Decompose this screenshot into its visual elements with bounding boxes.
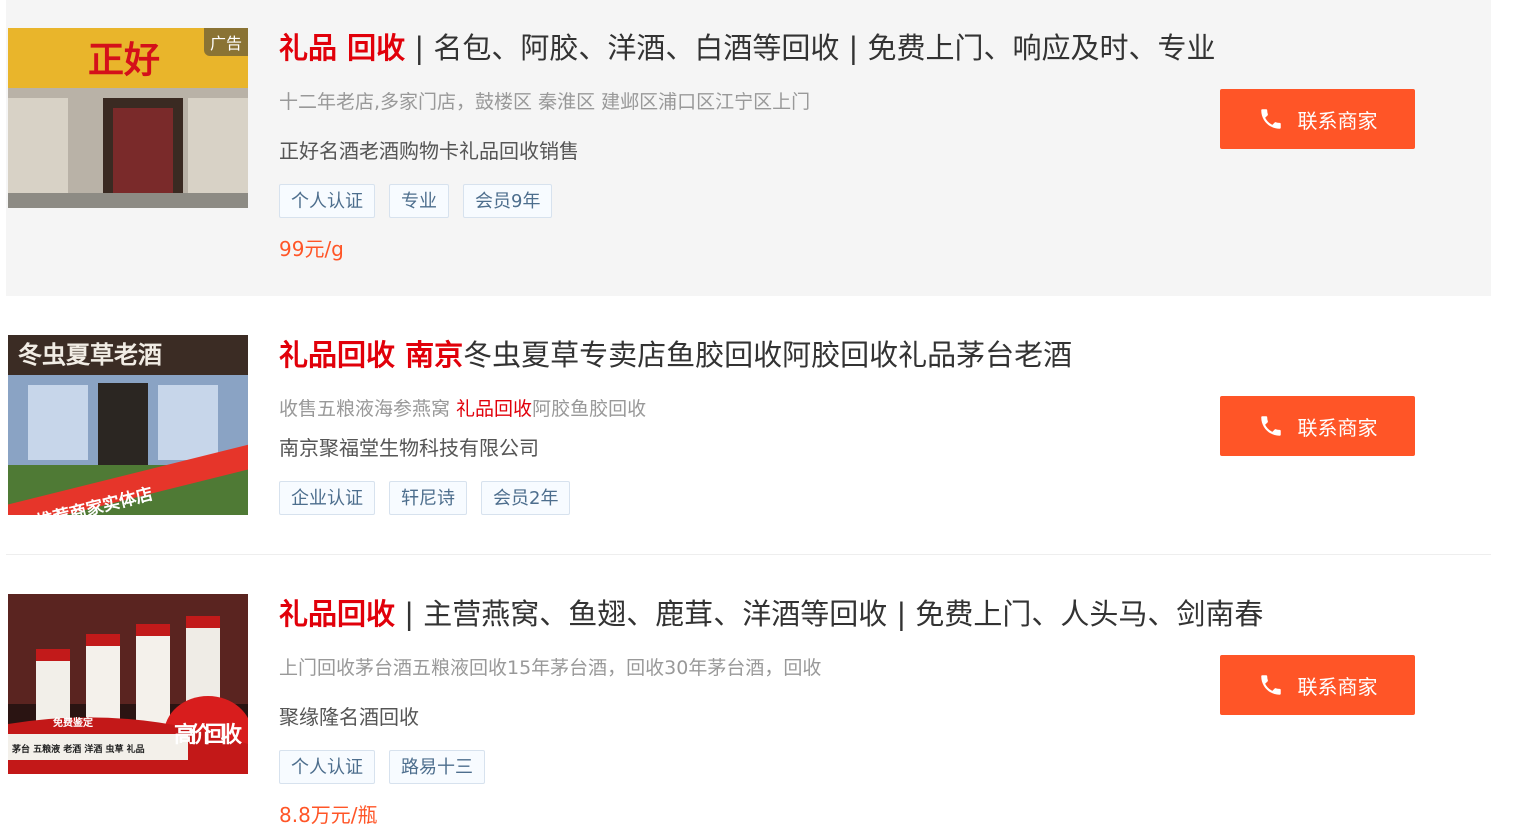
contact-merchant-button[interactable]: 联系商家 — [1220, 89, 1415, 149]
title-highlight: 礼品回收 南京 — [279, 338, 464, 372]
description-highlight: 礼品回收 — [456, 398, 533, 420]
button-label: 联系商家 — [1297, 415, 1378, 440]
listing-price: 99元/g — [279, 237, 344, 261]
tag-list: 个人认证 专业 会员9年 — [279, 184, 553, 218]
image-strip-text: 茅台 五粮液 老酒 洋酒 虫草 礼品 — [12, 743, 145, 755]
contact-merchant-button[interactable]: 联系商家 — [1220, 655, 1415, 715]
contact-merchant-button[interactable]: 联系商家 — [1220, 396, 1415, 456]
store-sign-text: 正好 — [88, 40, 160, 81]
product-image: 免费鉴定 茅台 五粮液 老酒 洋酒 虫草 礼品 高价回收 — [8, 594, 248, 774]
tag-category: 轩尼诗 — [389, 481, 467, 515]
title-text: | 主营燕窝、鱼翅、鹿茸、洋酒等回收 | 免费上门、人头马、剑南春 — [395, 597, 1264, 631]
button-label: 联系商家 — [1297, 674, 1378, 699]
ad-badge: 广告 — [203, 28, 248, 56]
phone-icon — [1260, 416, 1281, 436]
listing-title[interactable]: 礼品 回收 | 名包、阿胶、洋酒、白酒等回收 | 免费上门、响应及时、专业 — [279, 28, 1216, 68]
store-sign-text: 冬虫夏草老酒 — [18, 340, 162, 369]
tag-category: 专业 — [389, 184, 449, 218]
company-name[interactable]: 南京聚福堂生物科技有限公司 — [279, 435, 539, 461]
title-highlight: 礼品 回收 — [279, 31, 406, 65]
tag-membership: 会员2年 — [481, 481, 571, 515]
listing-price: 8.8万元/瓶 — [279, 803, 378, 827]
title-text: | 名包、阿胶、洋酒、白酒等回收 | 免费上门、响应及时、专业 — [405, 31, 1216, 65]
image-badge-text: 高价回收 — [174, 722, 242, 748]
listing-title[interactable]: 礼品回收 | 主营燕窝、鱼翅、鹿茸、洋酒等回收 | 免费上门、人头马、剑南春 — [279, 594, 1263, 634]
button-label: 联系商家 — [1297, 108, 1378, 133]
listing-description: 上门回收茅台酒五粮液回收15年茅台酒，回收30年茅台酒，回收 — [279, 657, 822, 679]
tag-membership: 会员9年 — [463, 184, 553, 218]
tag-category: 路易十三 — [389, 750, 485, 784]
listing-item[interactable]: 正好 广告 礼品 回收 | 名包、阿胶、洋酒、白酒等回收 | 免费上门、响应及时… — [6, 0, 1491, 296]
phone-icon — [1260, 109, 1281, 129]
image-strip-title: 免费鉴定 — [53, 716, 93, 729]
phone-icon — [1260, 675, 1281, 695]
description-text: 阿胶鱼胶回收 — [532, 398, 647, 420]
listing-description: 收售五粮液海参燕窝 礼品回收阿胶鱼胶回收 — [279, 396, 646, 422]
tag-list: 个人认证 路易十三 — [279, 750, 485, 784]
listing-item[interactable]: 免费鉴定 茅台 五粮液 老酒 洋酒 虫草 礼品 高价回收 礼品回收 | 主营燕窝… — [6, 555, 1491, 836]
tag-list: 企业认证 轩尼诗 会员2年 — [279, 481, 571, 515]
listing-item[interactable]: 冬虫夏草老酒 推荐商家实体店 礼品回收 南京冬虫夏草专卖店鱼胶回收阿胶回收礼品茅… — [6, 296, 1491, 554]
tag-verification: 个人认证 — [279, 184, 375, 218]
storefront-image: 冬虫夏草老酒 推荐商家实体店 — [8, 335, 248, 515]
description-text: 收售五粮液海参燕窝 — [279, 398, 457, 420]
tag-verification: 企业认证 — [279, 481, 375, 515]
listing-thumbnail[interactable]: 免费鉴定 茅台 五粮液 老酒 洋酒 虫草 礼品 高价回收 — [8, 594, 248, 774]
listing-thumbnail[interactable]: 冬虫夏草老酒 推荐商家实体店 — [8, 335, 248, 515]
listing-thumbnail[interactable]: 正好 广告 — [8, 28, 248, 208]
listing-description: 十二年老店,多家门店，鼓楼区 秦淮区 建邺区浦口区江宁区上门 — [279, 91, 811, 113]
company-name[interactable]: 聚缘隆名酒回收 — [279, 704, 419, 730]
listing-title[interactable]: 礼品回收 南京冬虫夏草专卖店鱼胶回收阿胶回收礼品茅台老酒 — [279, 335, 1072, 375]
tag-verification: 个人认证 — [279, 750, 375, 784]
title-text: 冬虫夏草专卖店鱼胶回收阿胶回收礼品茅台老酒 — [463, 338, 1073, 372]
company-name[interactable]: 正好名酒老酒购物卡礼品回收销售 — [279, 138, 579, 164]
title-highlight: 礼品回收 — [279, 597, 396, 631]
